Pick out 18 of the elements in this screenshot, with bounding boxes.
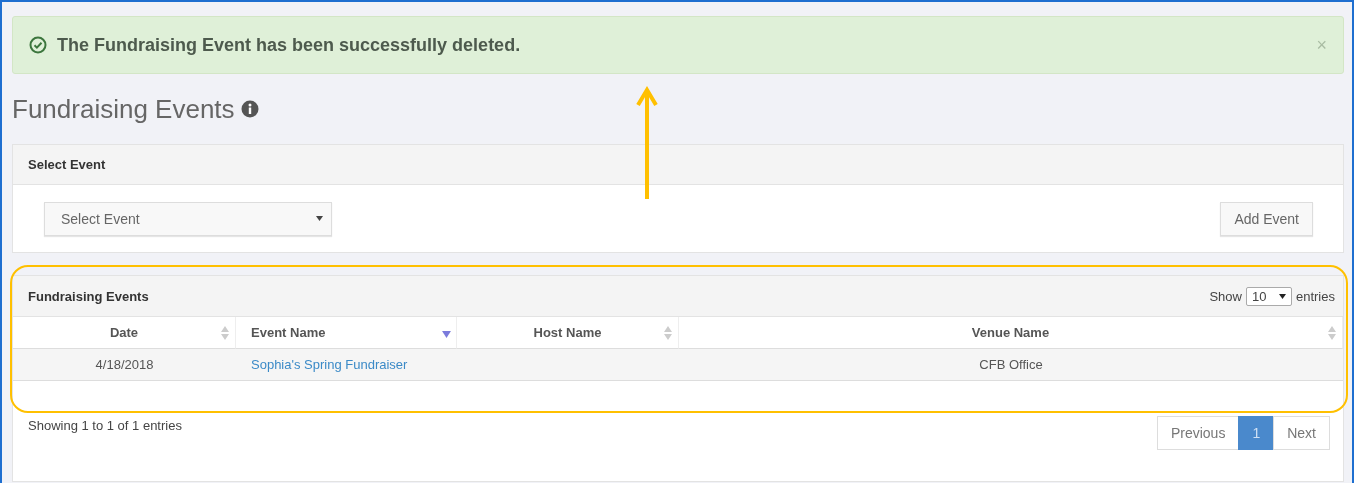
show-label: Show [1209, 288, 1242, 304]
entries-dropdown[interactable]: 10 [1245, 286, 1292, 306]
panel-heading: Select Event [28, 157, 106, 172]
table-cell: 4/18/2018 [13, 349, 236, 381]
check-circle-icon [29, 36, 47, 54]
alert-message: The Fundraising Event has been successfully deleted. [57, 34, 522, 56]
entries-label: entries [1295, 288, 1335, 304]
table-cell: CFB Office [679, 349, 1343, 381]
pagination-button[interactable]: Previous [1156, 416, 1240, 450]
event-dropdown[interactable]: Select Event [44, 201, 332, 236]
pagination-button[interactable]: Next [1273, 416, 1330, 450]
page-title: Fundraising Events [12, 93, 235, 125]
entries-info: Showing 1 to 1 of 1 entries [28, 417, 182, 433]
panel-heading: Fundraising Events [28, 288, 149, 304]
add-event-button[interactable]: Add Event [1220, 201, 1313, 236]
caret-icon [316, 216, 323, 221]
caret-icon [1278, 293, 1286, 299]
info-icon [240, 100, 259, 118]
